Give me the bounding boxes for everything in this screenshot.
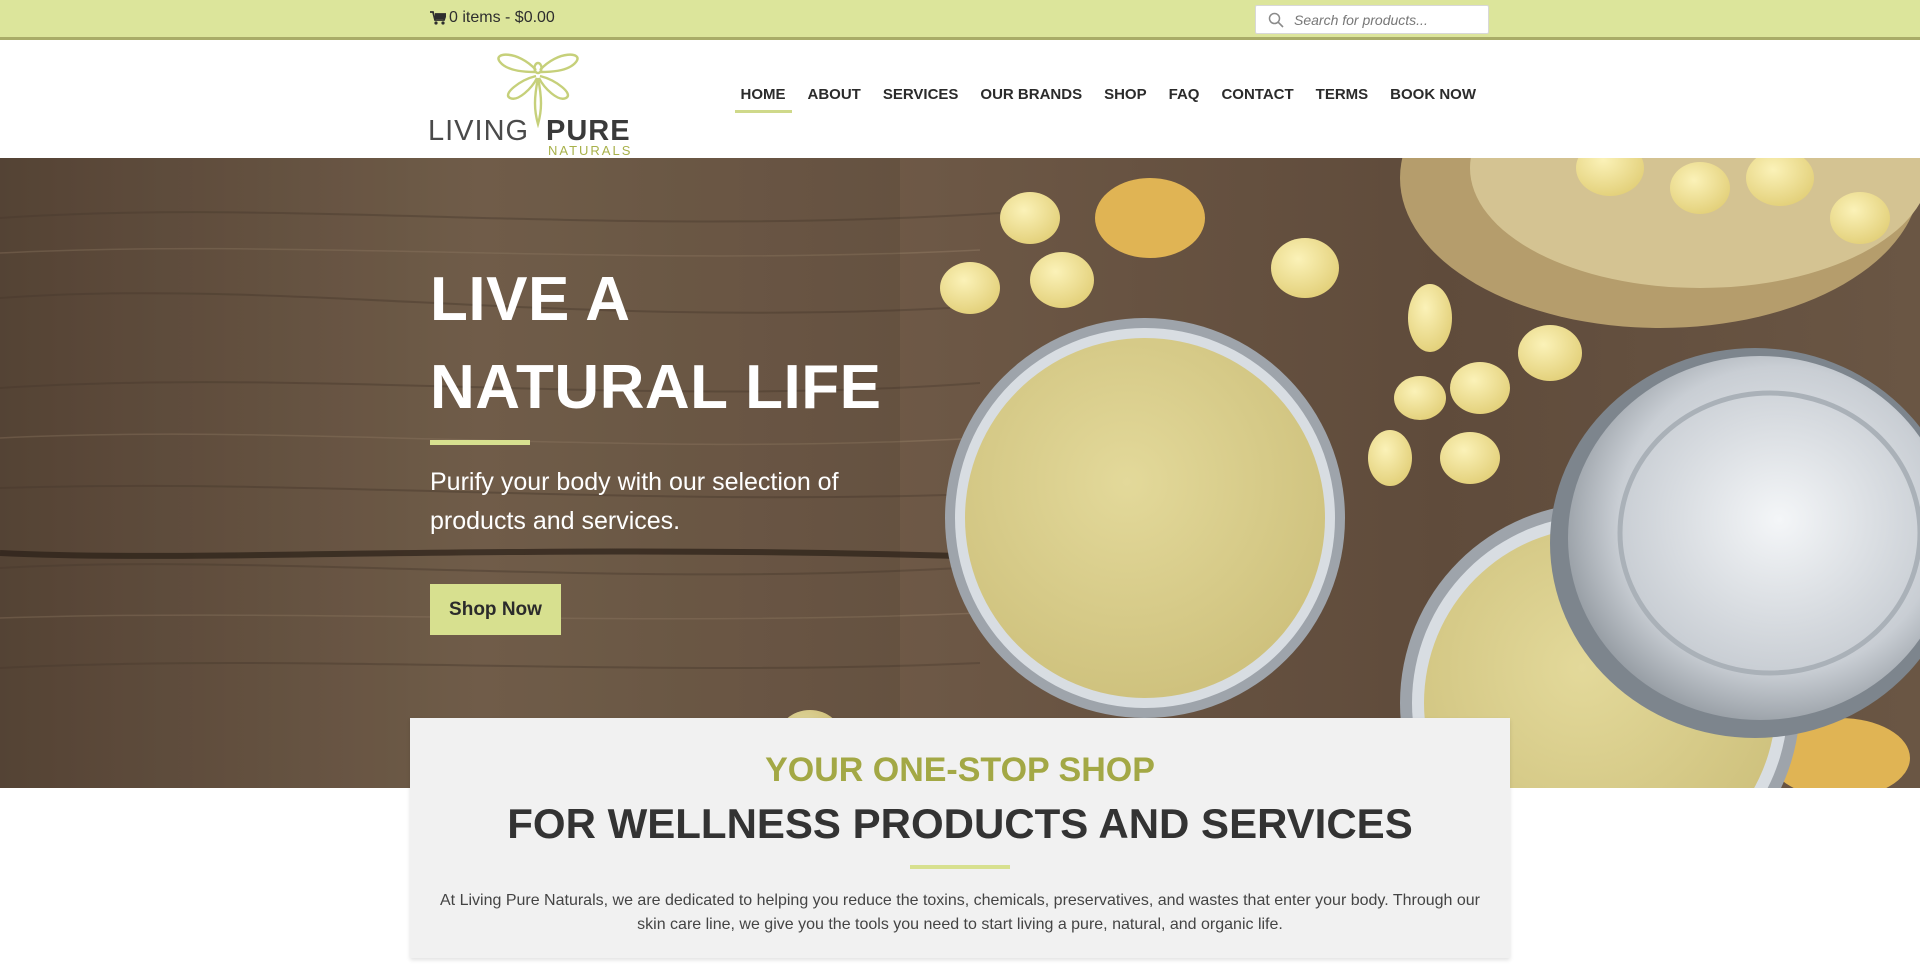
intro-card: YOUR ONE-STOP SHOP FOR WELLNESS PRODUCTS…: [410, 718, 1510, 958]
logo-text-pure: PURE: [546, 115, 631, 147]
nav-item-home[interactable]: HOME: [730, 87, 797, 113]
intro-divider: [910, 865, 1010, 869]
intro-headline: FOR WELLNESS PRODUCTS AND SERVICES: [507, 800, 1413, 847]
top-bar: 0 items - $0.00: [0, 0, 1920, 40]
nav-item-contact[interactable]: CONTACT: [1210, 87, 1304, 113]
intro-kicker: YOUR ONE-STOP SHOP: [765, 751, 1155, 789]
hero-title-line-2: NATURAL LIFE: [430, 353, 882, 422]
search-icon[interactable]: [1268, 12, 1284, 28]
nav-item-our-brands[interactable]: OUR BRANDS: [969, 87, 1093, 113]
main-navigation: HOME ABOUT SERVICES OUR BRANDS SHOP FAQ …: [730, 87, 1488, 113]
hero-title: LIVE A NATURAL LIFE: [430, 256, 950, 432]
site-header: LIVING PURE NATURALS HOME ABOUT SERVICES…: [0, 40, 1920, 158]
hero-banner: LIVE A NATURAL LIFE Purify your body wit…: [0, 158, 1920, 788]
nav-item-book-now[interactable]: BOOK NOW: [1379, 87, 1487, 113]
site-logo[interactable]: LIVING PURE NATURALS: [428, 48, 643, 158]
nav-item-services[interactable]: SERVICES: [872, 87, 970, 113]
nav-item-terms[interactable]: TERMS: [1305, 87, 1380, 113]
logo-text-living: LIVING: [428, 115, 530, 147]
cart-summary-text: 0 items - $0.00: [449, 9, 555, 26]
shopping-cart-icon: [430, 11, 446, 25]
nav-item-shop[interactable]: SHOP: [1093, 87, 1158, 113]
hero-title-line-1: LIVE A: [430, 265, 631, 334]
cart-summary-link[interactable]: 0 items - $0.00: [430, 9, 555, 27]
nav-item-faq[interactable]: FAQ: [1158, 87, 1211, 113]
shop-now-button[interactable]: Shop Now: [430, 584, 561, 635]
product-search-box: [1255, 5, 1489, 34]
logo-text-naturals: NATURALS: [548, 143, 633, 158]
product-search-input[interactable]: [1294, 6, 1484, 33]
hero-subtitle: Purify your body with our selection of p…: [430, 468, 839, 535]
intro-body-text: At Living Pure Naturals, we are dedicate…: [440, 892, 1480, 933]
nav-item-about[interactable]: ABOUT: [797, 87, 872, 113]
hero-background-image: [0, 158, 1920, 788]
hero-divider: [430, 440, 530, 445]
